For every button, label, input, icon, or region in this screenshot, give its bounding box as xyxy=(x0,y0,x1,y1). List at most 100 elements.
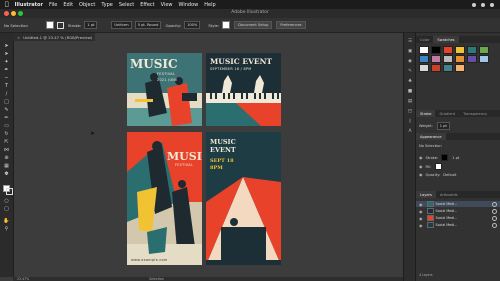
pathfinder-icon[interactable]: ◰ xyxy=(407,109,413,114)
direct-selection-tool-icon[interactable]: ➤ xyxy=(3,52,10,57)
graphic-styles-icon[interactable]: ■ xyxy=(407,89,413,94)
close-tab-icon[interactable]: × xyxy=(17,35,20,40)
layer-name[interactable]: Social Medi... xyxy=(436,202,458,206)
menu-view[interactable]: View xyxy=(161,2,173,8)
eye-icon[interactable]: ◉ xyxy=(419,164,423,169)
type-tool-icon[interactable]: T xyxy=(3,84,10,89)
color-swatch[interactable] xyxy=(455,46,465,54)
tab-artboards[interactable]: Artboards xyxy=(436,191,462,198)
drawing-mode-icon[interactable]: ○ xyxy=(3,199,10,204)
tab-transparency[interactable]: Transparency xyxy=(459,110,491,117)
eye-icon[interactable]: ◉ xyxy=(419,223,423,228)
color-swatch[interactable] xyxy=(431,64,441,72)
menu-file[interactable]: File xyxy=(49,2,57,8)
layer-target-icon[interactable] xyxy=(492,222,497,228)
appearance-stroke-row[interactable]: ◉ Stroke: 1 pt xyxy=(419,154,459,161)
menu-help[interactable]: Help xyxy=(204,2,215,8)
libraries-icon[interactable]: ▣ xyxy=(407,49,413,54)
layer-row[interactable]: ◉ Social Medi... xyxy=(416,201,500,207)
width-tool-icon[interactable]: ⋈ xyxy=(3,148,10,153)
opacity-field[interactable]: 100% xyxy=(184,21,201,29)
curvature-tool-icon[interactable]: ∼ xyxy=(3,76,10,81)
selection-tool-icon[interactable]: ➤ xyxy=(3,44,10,49)
eye-icon[interactable]: ◉ xyxy=(419,172,423,177)
transform-icon[interactable]: ◊ xyxy=(407,119,413,124)
layer-name[interactable]: Social Medi... xyxy=(436,216,458,220)
menu-edit[interactable]: Edit xyxy=(63,2,73,8)
menu-window[interactable]: Window xyxy=(179,2,199,8)
color-swatch[interactable] xyxy=(467,55,477,63)
variable-width-profile[interactable]: Uniform xyxy=(111,21,132,29)
appearance-stroke-value[interactable]: 1 pt xyxy=(452,156,459,160)
tab-layers[interactable]: Layers xyxy=(416,191,436,198)
eye-icon[interactable]: ◉ xyxy=(419,202,423,207)
appearance-title[interactable]: Appearance xyxy=(416,133,446,140)
brushes-icon[interactable]: ✎ xyxy=(407,69,413,74)
artboard-4[interactable]: MUSIC EVENT SEPT 18 8PM xyxy=(206,132,281,265)
zoom-tool-icon[interactable]: ⚲ xyxy=(3,227,10,232)
color-swatch[interactable] xyxy=(419,46,429,54)
color-swatch[interactable] xyxy=(443,46,453,54)
hand-tool-icon[interactable]: ✋ xyxy=(3,219,10,224)
layer-row[interactable]: ◉ Social Medi... xyxy=(416,215,500,221)
properties-icon[interactable]: ☰ xyxy=(407,39,413,44)
color-swatch[interactable] xyxy=(419,55,429,63)
status-mode[interactable]: Selection xyxy=(149,277,164,281)
scale-tool-icon[interactable]: ⇱ xyxy=(3,140,10,145)
artboard-1[interactable]: MUSIC FESTIVAL 2021 JUNE xyxy=(127,53,202,126)
color-swatch[interactable] xyxy=(455,55,465,63)
shape-builder-icon[interactable]: ⊕ xyxy=(3,156,10,161)
pen-tool-icon[interactable]: ✒ xyxy=(3,68,10,73)
layer-name[interactable]: Social Medi... xyxy=(436,223,458,227)
appearance-fill-row[interactable]: ◉ Fill: xyxy=(419,163,443,170)
eraser-tool-icon[interactable]: ▭ xyxy=(3,124,10,129)
weight-field[interactable]: 1 pt xyxy=(436,122,450,130)
pencil-tool-icon[interactable]: ✏ xyxy=(3,116,10,121)
appearance-stroke-swatch[interactable] xyxy=(441,154,449,161)
artboard-3[interactable]: MUSIC FESTIVAL www.example.com xyxy=(127,132,202,265)
menu-select[interactable]: Select xyxy=(119,2,134,8)
layer-target-icon[interactable] xyxy=(492,201,497,207)
brush-definition[interactable]: 5 pt. Round xyxy=(134,21,162,29)
line-tool-icon[interactable]: ∕ xyxy=(3,92,10,97)
color-swatch[interactable] xyxy=(479,55,489,63)
eye-icon[interactable]: ◉ xyxy=(419,216,423,221)
rectangle-tool-icon[interactable]: □ xyxy=(3,100,10,105)
appearance-fill-swatch[interactable] xyxy=(434,163,442,170)
tab-color[interactable]: Color xyxy=(416,36,433,43)
search-icon[interactable] xyxy=(481,2,485,7)
rotate-tool-icon[interactable]: ↻ xyxy=(3,132,10,137)
character-icon[interactable]: A xyxy=(407,129,413,134)
tab-stroke[interactable]: Stroke xyxy=(416,110,436,117)
brush-tool-icon[interactable]: ✎ xyxy=(3,108,10,113)
fill-swatch[interactable] xyxy=(45,21,54,29)
menu-app-name[interactable]: Illustrator xyxy=(15,2,43,8)
color-swatch[interactable] xyxy=(467,46,477,54)
color-guide-icon[interactable]: ◉ xyxy=(407,59,413,64)
appearance-opacity-value[interactable]: Default xyxy=(443,173,456,177)
menu-effect[interactable]: Effect xyxy=(140,2,154,8)
wifi-icon[interactable] xyxy=(472,2,476,7)
color-swatch[interactable] xyxy=(443,64,453,72)
eye-icon[interactable]: ◉ xyxy=(419,155,423,160)
gradient-tool-icon[interactable]: ▦ xyxy=(3,164,10,169)
menu-type[interactable]: Type xyxy=(101,2,112,8)
stroke-color-swatch[interactable] xyxy=(6,188,13,195)
layer-name[interactable]: Social Medi... xyxy=(436,209,458,213)
layer-row[interactable]: ◉ Social Medi... xyxy=(416,222,500,228)
eyedropper-tool-icon[interactable]: ✽ xyxy=(3,172,10,177)
artboard-2[interactable]: MUSIC EVENT SEPTEMBER 18 / 8PM xyxy=(206,53,281,126)
color-swatch[interactable] xyxy=(455,64,465,72)
color-swatch[interactable] xyxy=(419,64,429,72)
appearance-opacity-row[interactable]: ◉ Opacity: Default xyxy=(419,172,456,177)
color-swatch[interactable] xyxy=(431,46,441,54)
layer-target-icon[interactable] xyxy=(492,215,497,221)
screen-mode-icon[interactable]: ▢ xyxy=(3,207,10,212)
color-swatch[interactable] xyxy=(479,46,489,54)
tab-swatches[interactable]: Swatches xyxy=(433,36,459,43)
control-center-icon[interactable] xyxy=(490,2,494,7)
layer-row[interactable]: ◉ Social Medi... xyxy=(416,208,500,214)
symbols-icon[interactable]: ♣ xyxy=(407,79,413,84)
menu-object[interactable]: Object xyxy=(79,2,95,8)
document-tab[interactable]: × Untitled-1 @ 23.47 % (RGB/Preview) xyxy=(13,33,95,41)
